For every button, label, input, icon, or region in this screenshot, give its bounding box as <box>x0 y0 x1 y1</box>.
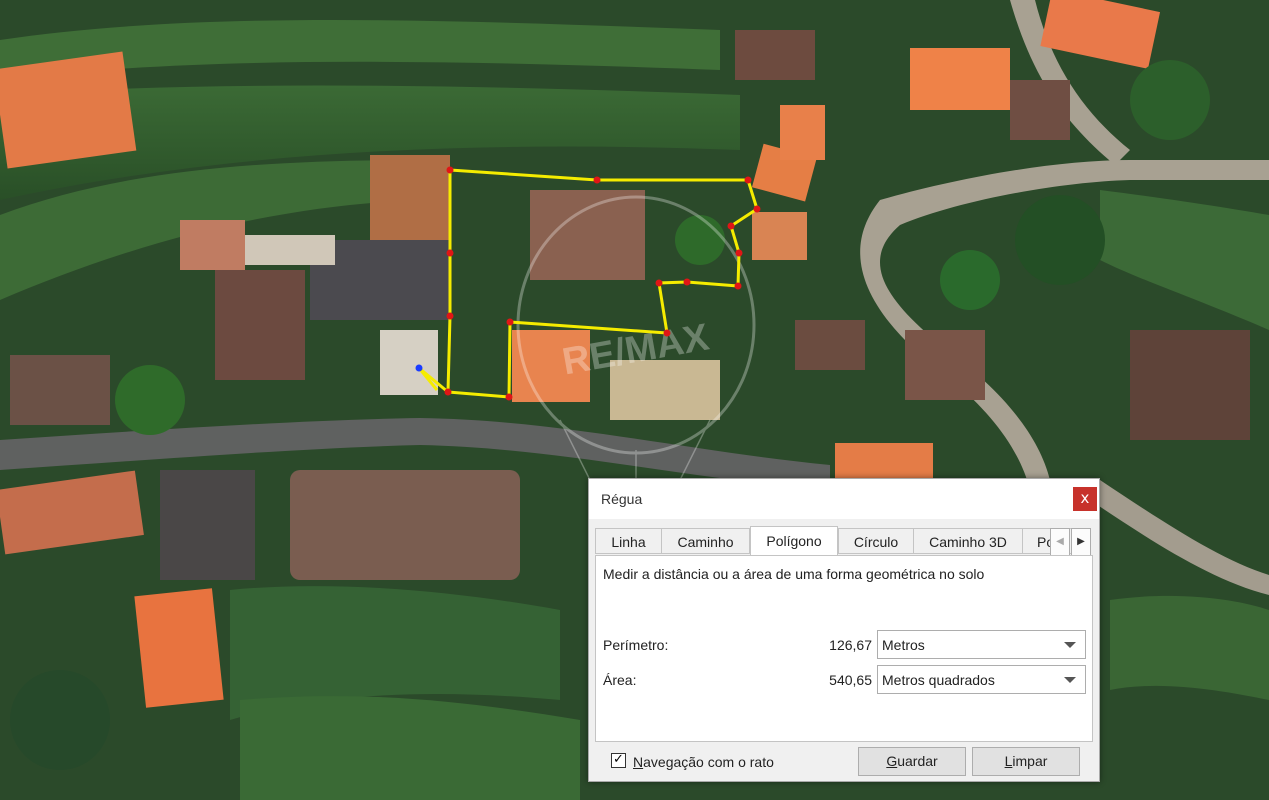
polygon-vertex[interactable] <box>446 249 454 257</box>
building <box>1010 80 1070 140</box>
area-value: 540,65 <box>829 672 872 688</box>
building <box>10 355 110 425</box>
polygon-vertex[interactable] <box>655 279 663 287</box>
polygon-panel: Medir a distância ou a área de uma forma… <box>595 555 1093 742</box>
polygon-vertex[interactable] <box>727 222 735 230</box>
polygon-vertex[interactable] <box>734 282 742 290</box>
area-unit-value: Metros quadrados <box>882 672 995 688</box>
close-button[interactable]: x <box>1073 487 1097 511</box>
clear-button[interactable]: Limpar <box>972 747 1080 776</box>
save-button[interactable]: Guardar <box>858 747 966 776</box>
polygon-vertex[interactable] <box>744 176 752 184</box>
mouse-navigation-label[interactable]: Navegação com o rato <box>633 754 774 770</box>
building <box>160 470 255 580</box>
orange-roof <box>0 51 137 169</box>
tree <box>940 250 1000 310</box>
orange-roof <box>910 48 1010 110</box>
area-unit-select[interactable]: Metros quadrados <box>877 665 1086 694</box>
perimeter-unit-select[interactable]: Metros <box>877 630 1086 659</box>
building <box>795 320 865 370</box>
chevron-down-icon <box>1064 677 1076 683</box>
tab-polygon[interactable]: Polígono <box>750 526 838 555</box>
triangle-right-icon: ▶ <box>1077 536 1085 547</box>
polygon-vertex[interactable] <box>593 176 601 184</box>
perimeter-value: 126,67 <box>829 637 872 653</box>
polygon-vertex[interactable] <box>446 312 454 320</box>
polygon-vertex[interactable] <box>683 278 691 286</box>
polygon-vertex[interactable] <box>446 166 454 174</box>
polygon-vertex[interactable] <box>753 205 761 213</box>
building <box>245 235 335 265</box>
tree <box>675 215 725 265</box>
perimeter-label: Perímetro: <box>603 637 669 653</box>
building <box>370 155 450 240</box>
polygon-vertex[interactable] <box>663 329 671 337</box>
building <box>1130 330 1250 440</box>
tab-bar: Linha Caminho Polígono Círculo Caminho 3… <box>595 526 1093 555</box>
tree <box>1130 60 1210 140</box>
area-label: Área: <box>603 672 637 688</box>
tree <box>10 670 110 770</box>
chevron-down-icon <box>1064 642 1076 648</box>
building <box>905 330 985 400</box>
tab-circle[interactable]: Círculo <box>838 528 914 554</box>
building <box>380 330 438 395</box>
dialog-titlebar[interactable]: Régua x <box>589 479 1099 519</box>
building <box>735 30 815 80</box>
terrace-field <box>1110 595 1269 700</box>
ruler-dialog: Régua x Linha Caminho Polígono Círculo C… <box>588 478 1100 782</box>
building <box>530 190 645 280</box>
checkmark-icon: ✓ <box>613 752 624 767</box>
polygon-vertex[interactable] <box>505 393 513 401</box>
tab-3d-path[interactable]: Caminho 3D <box>913 528 1023 554</box>
building <box>290 470 520 580</box>
polygon-vertex[interactable] <box>506 318 514 326</box>
orange-roof <box>835 443 933 481</box>
building <box>215 270 305 380</box>
cursor-point <box>415 364 423 372</box>
tab-line[interactable]: Linha <box>595 528 662 554</box>
description-text: Medir a distância ou a área de uma forma… <box>603 566 985 582</box>
mouse-navigation-checkbox[interactable]: ✓ <box>611 753 626 768</box>
close-icon: x <box>1080 489 1090 507</box>
tree <box>1015 195 1105 285</box>
orange-roof <box>134 588 224 708</box>
orange-roof <box>780 105 825 160</box>
tab-scroll-right[interactable]: ▶ <box>1071 528 1091 556</box>
polygon-vertex[interactable] <box>735 249 743 257</box>
building <box>180 220 245 270</box>
tab-scroll-left[interactable]: ◀ <box>1050 528 1070 556</box>
polygon-vertex[interactable] <box>444 388 452 396</box>
tree <box>115 365 185 435</box>
triangle-left-icon: ◀ <box>1056 536 1064 547</box>
tab-path[interactable]: Caminho <box>661 528 750 554</box>
perimeter-unit-value: Metros <box>882 637 925 653</box>
orange-roof <box>752 212 807 260</box>
dialog-title: Régua <box>601 491 643 507</box>
